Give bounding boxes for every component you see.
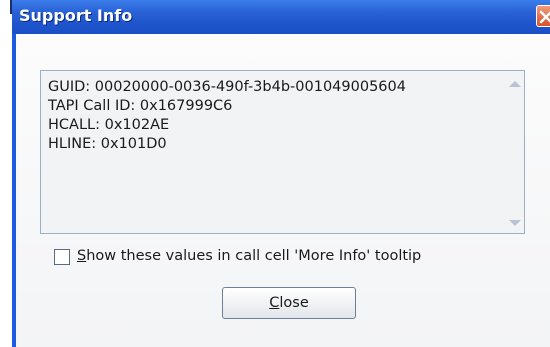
info-line-tapi-call-id: TAPI Call ID: 0x167999C6 bbox=[48, 98, 233, 114]
close-icon bbox=[539, 10, 550, 24]
arrow-up-icon[interactable] bbox=[509, 81, 521, 87]
show-values-label[interactable]: Show these values in call cell 'More Inf… bbox=[77, 248, 421, 264]
dialog-body: GUID: 00020000-0036-490f-3b4b-0010490056… bbox=[16, 34, 550, 347]
show-values-checkbox[interactable] bbox=[54, 249, 70, 265]
title-bar[interactable]: Support Info bbox=[12, 0, 550, 34]
arrow-down-icon[interactable] bbox=[509, 220, 521, 226]
info-line-hcall: HCALL: 0x102AE bbox=[48, 117, 170, 133]
support-info-textbox[interactable]: GUID: 00020000-0036-490f-3b4b-0010490056… bbox=[40, 70, 525, 234]
window-close-button[interactable] bbox=[536, 5, 550, 27]
mnemonic-s: S bbox=[77, 248, 87, 264]
vertical-scrollbar[interactable] bbox=[505, 72, 523, 232]
close-button[interactable]: Close bbox=[222, 287, 356, 319]
info-line-guid: GUID: 00020000-0036-490f-3b4b-0010490056… bbox=[48, 79, 406, 95]
mnemonic-c: C bbox=[269, 295, 280, 311]
support-info-dialog: Support Info GUID: 00020000-0036-490f-3b… bbox=[12, 0, 550, 347]
close-label-rest: lose bbox=[279, 295, 309, 311]
window-title: Support Info bbox=[19, 6, 133, 25]
info-line-hline: HLINE: 0x101D0 bbox=[48, 136, 167, 152]
label-rest: how these values in call cell 'More Info… bbox=[86, 248, 422, 264]
background-strip bbox=[0, 0, 12, 347]
info-lines: GUID: 00020000-0036-490f-3b4b-0010490056… bbox=[48, 78, 406, 154]
